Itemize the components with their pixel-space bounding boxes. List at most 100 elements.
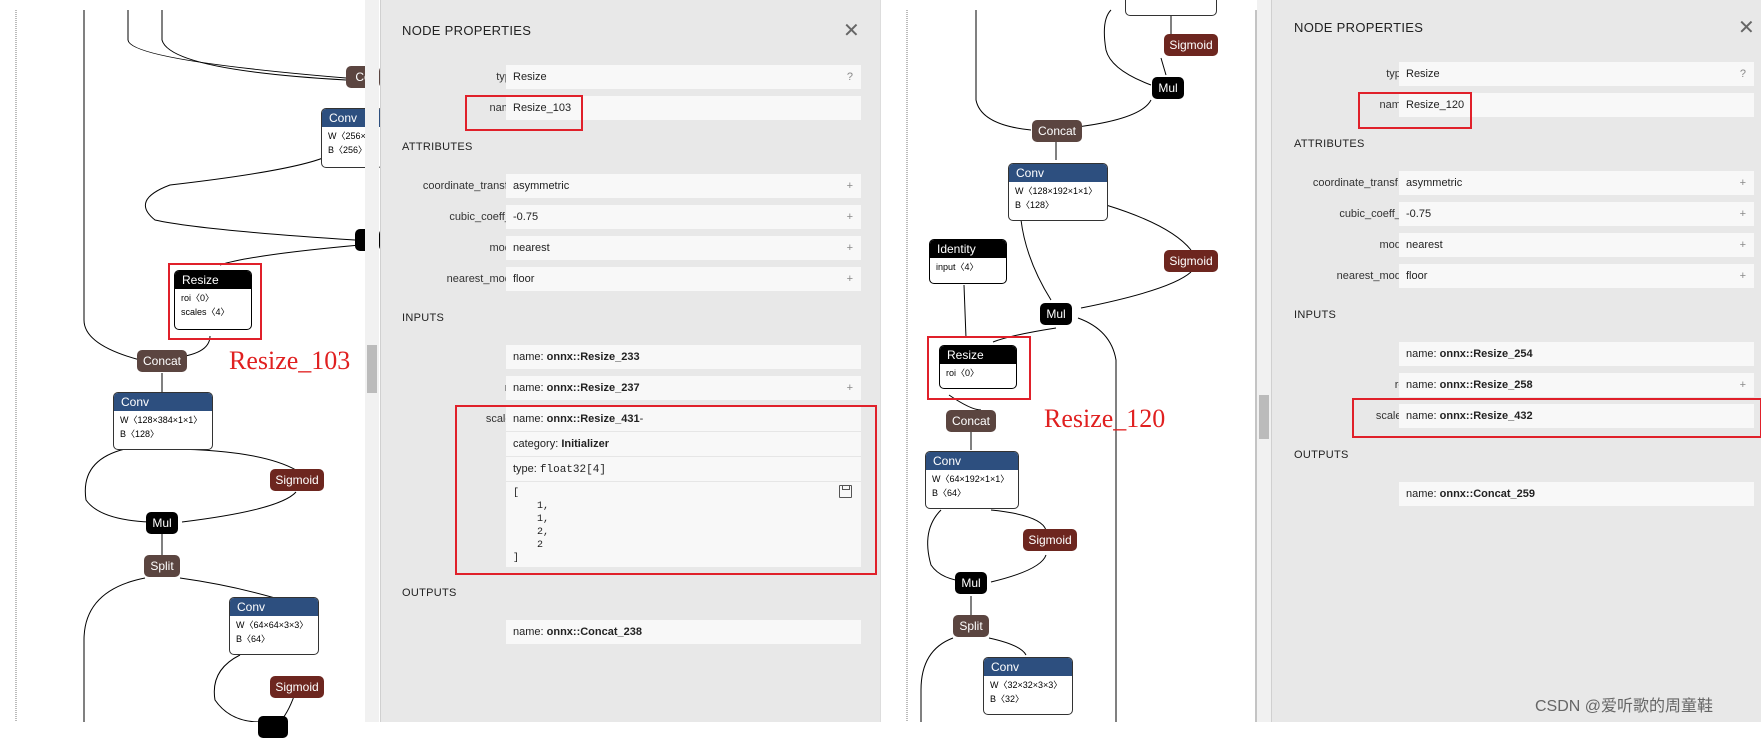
name-highlight-box — [1358, 92, 1472, 129]
left-graph-scrollbar[interactable] — [365, 0, 379, 722]
partial-node-top[interactable] — [1125, 0, 1217, 16]
sigmoid-node-1[interactable]: Sigmoid — [270, 469, 324, 491]
conv-node-1[interactable]: Conv W〈128×192×1×1〉 B〈128〉 — [1008, 163, 1108, 221]
conv-bias: B〈32〉 — [990, 694, 1025, 704]
expand-icon[interactable]: + — [1740, 373, 1746, 397]
outputs-section-title: OUTPUTS — [402, 587, 457, 599]
left-graph-canvas[interactable]: Co Conv W〈256× B〈256〉 Resize roi〈0〉 scales… — [0, 0, 383, 738]
right-graph-canvas[interactable]: Sigmoid Mul Concat Conv W〈128×192×1×1〉 B〈… — [880, 0, 1259, 722]
close-icon[interactable]: ✕ — [843, 18, 860, 43]
conv-node-title: Conv — [230, 598, 318, 616]
mul-node[interactable]: Mul — [1040, 303, 1072, 325]
attr-field[interactable]: asymmetric + — [506, 174, 861, 198]
expand-icon[interactable]: + — [1740, 202, 1746, 226]
attr-label: coordinate_transf... — [1312, 177, 1407, 189]
conv-weight: W〈32×32×3×3〉 — [990, 680, 1063, 690]
conv-node-title: Conv — [114, 393, 212, 411]
expand-icon[interactable]: + — [1740, 171, 1746, 195]
expand-icon[interactable]: + — [847, 236, 853, 260]
scrollbar-thumb[interactable] — [1259, 395, 1269, 439]
name-prefix: name: — [1406, 348, 1440, 360]
attr-value: asymmetric — [1406, 177, 1463, 189]
expand-icon[interactable]: + — [847, 267, 853, 291]
type-field[interactable]: Resize? — [506, 65, 861, 89]
output-y-field[interactable]: name: onnx::Concat_238 — [506, 620, 861, 644]
expand-icon[interactable]: + — [847, 205, 853, 229]
name-prefix: name: — [1406, 379, 1440, 391]
expand-icon[interactable]: + — [847, 376, 853, 400]
close-icon[interactable]: ✕ — [1738, 15, 1755, 40]
conv-node-2[interactable]: Conv W〈128×384×1×1〉 B〈128〉 — [113, 392, 213, 450]
input-roi-field[interactable]: name: onnx::Resize_258 + — [1399, 373, 1754, 397]
input-x-field[interactable]: name: onnx::Resize_254 — [1399, 342, 1754, 366]
attr-field[interactable]: -0.75 + — [506, 205, 861, 229]
conv-weight: W〈64×192×1×1〉 — [932, 474, 1010, 484]
conv-node-title: Conv — [926, 452, 1018, 470]
attr-value: nearest — [513, 242, 550, 254]
sigmoid-node-top[interactable]: Sigmoid — [1164, 34, 1218, 56]
input-roi-label: roi — [401, 382, 517, 394]
sigmoid-node-1[interactable]: Sigmoid — [1164, 250, 1218, 272]
split-node[interactable]: Split — [953, 615, 989, 637]
attr-field[interactable]: nearest + — [1399, 233, 1754, 257]
name-highlight-box — [465, 95, 583, 131]
conv-weight: W〈128×192×1×1〉 — [1015, 186, 1098, 196]
attr-field[interactable]: -0.75 + — [1399, 202, 1754, 226]
conv-weight: W〈128×384×1×1〉 — [120, 415, 203, 425]
scrollbar-thumb[interactable] — [367, 345, 377, 393]
right-graph-scrollbar[interactable] — [1257, 0, 1271, 722]
attr-label: mode — [1379, 239, 1407, 251]
concat-node[interactable]: Concat — [946, 410, 996, 432]
resize-highlight-box — [168, 263, 262, 340]
partial-node-bottom[interactable] — [258, 716, 288, 738]
expand-icon[interactable]: + — [847, 174, 853, 198]
input-roi-field[interactable]: name: onnx::Resize_237 + — [506, 376, 861, 400]
output-y-label: Y — [401, 626, 517, 638]
identity-node-title: Identity — [930, 240, 1006, 258]
mul-node-top[interactable]: Mul — [1152, 77, 1184, 99]
type-label: type — [401, 71, 517, 83]
attr-value: floor — [1406, 270, 1428, 282]
input-roi-value: onnx::Resize_237 — [546, 382, 640, 394]
expand-icon[interactable]: + — [1740, 233, 1746, 257]
output-y-value: onnx::Concat_238 — [546, 626, 642, 638]
type-value: Resize — [1406, 68, 1440, 80]
attr-value: floor — [513, 273, 535, 285]
concat-node-top[interactable]: Concat — [1032, 120, 1082, 142]
attr-field[interactable]: floor + — [506, 267, 861, 291]
attr-label: cubic_coeff_a — [449, 211, 517, 223]
help-icon[interactable]: ? — [1740, 62, 1746, 86]
help-icon[interactable]: ? — [847, 65, 853, 89]
attr-label: mode — [489, 242, 517, 254]
attr-value: -0.75 — [513, 211, 539, 223]
expand-icon[interactable]: + — [1740, 264, 1746, 288]
sigmoid-node-2[interactable]: Sigmoid — [270, 676, 324, 698]
resize-highlight-box — [927, 336, 1031, 400]
attr-field[interactable]: asymmetric + — [1399, 171, 1754, 195]
attr-value: nearest — [1406, 239, 1443, 251]
split-node[interactable]: Split — [144, 555, 180, 577]
inputs-section-title: INPUTS — [1294, 309, 1337, 321]
sigmoid-node-2[interactable]: Sigmoid — [1023, 529, 1077, 551]
name-prefix: name: — [513, 382, 547, 394]
left-properties-panel: NODE PROPERTIES ✕ type Resize? name Resi… — [380, 0, 881, 722]
output-y-value: onnx::Concat_259 — [1439, 488, 1535, 500]
conv-node-2[interactable]: Conv W〈64×192×1×1〉 B〈64〉 — [925, 451, 1019, 509]
output-y-field[interactable]: name: onnx::Concat_259 — [1399, 482, 1754, 506]
attr-field[interactable]: floor + — [1399, 264, 1754, 288]
mul-node[interactable]: Mul — [146, 512, 178, 534]
type-field[interactable]: Resize? — [1399, 62, 1754, 86]
conv-node-3[interactable]: Conv W〈32×32×3×3〉 B〈32〉 — [983, 657, 1073, 715]
inputs-section-title: INPUTS — [402, 312, 445, 324]
mul-node-2[interactable]: Mul — [955, 572, 987, 594]
conv-node-3[interactable]: Conv W〈64×64×3×3〉 B〈64〉 — [229, 597, 319, 655]
attr-field[interactable]: nearest + — [506, 236, 861, 260]
right-properties-panel: NODE PROPERTIES ✕ type Resize? name Resi… — [1271, 0, 1761, 722]
concat-node[interactable]: Concat — [137, 350, 187, 372]
identity-node[interactable]: Identity input〈4〉 — [929, 239, 1007, 284]
conv-bias: B〈64〉 — [236, 634, 271, 644]
input-x-field[interactable]: name: onnx::Resize_233 — [506, 345, 861, 369]
attributes-section-title: ATTRIBUTES — [1294, 138, 1365, 150]
conv-bias: B〈64〉 — [932, 488, 967, 498]
panel-title: NODE PROPERTIES — [1294, 20, 1424, 35]
